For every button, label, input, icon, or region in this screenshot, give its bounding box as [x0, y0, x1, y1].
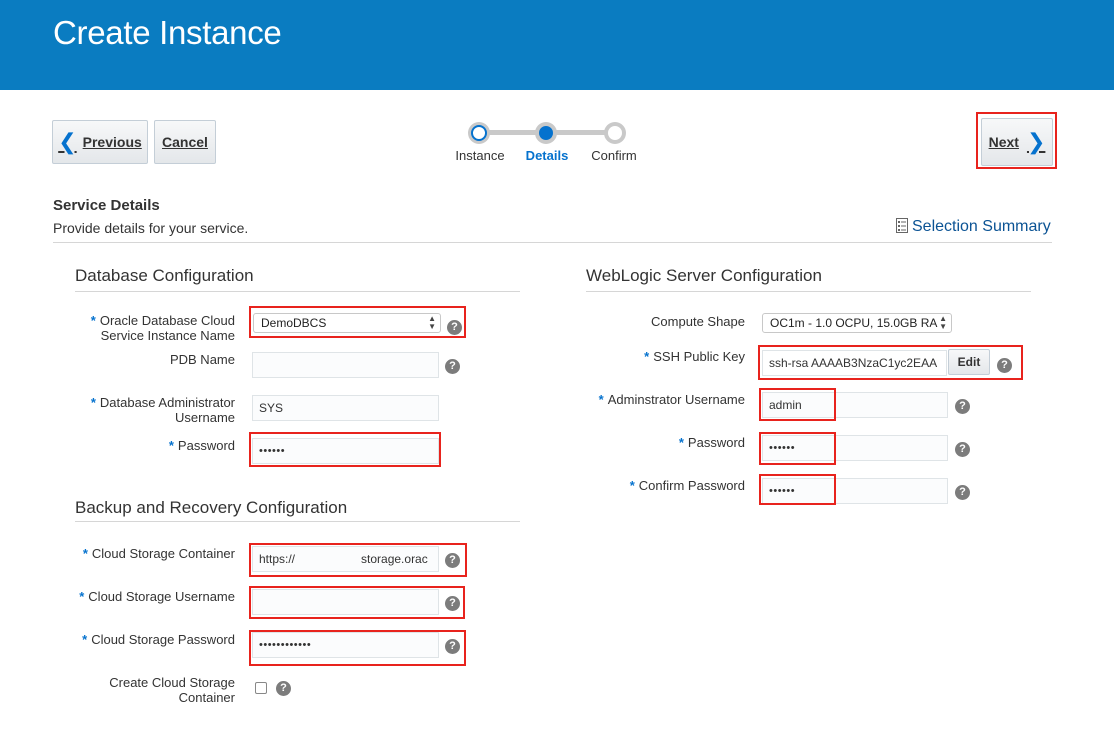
chevron-right-icon: ❯: [1026, 129, 1046, 154]
divider-backup-config: [75, 521, 520, 522]
storage-username-input[interactable]: [252, 589, 439, 615]
previous-button-label: Previous: [82, 134, 142, 150]
ssh-key-input[interactable]: ssh-rsa AAAAB3NzaC1yc2EAA: [762, 350, 947, 376]
help-icon[interactable]: ?: [445, 639, 460, 654]
db-password-input[interactable]: ••••••: [252, 438, 439, 464]
train-label-instance[interactable]: Instance: [455, 148, 504, 163]
backup-config-title: Backup and Recovery Configuration: [75, 498, 348, 517]
create-container-checkbox[interactable]: [255, 682, 267, 694]
divider-database-config: [75, 291, 520, 292]
cancel-button-label: Cancel: [162, 134, 208, 150]
storage-container-input[interactable]: https:// storage.orac: [252, 546, 439, 572]
page-title: Create Instance: [53, 14, 282, 51]
previous-button[interactable]: ❮ Previous: [52, 120, 148, 164]
storage-password-input[interactable]: ••••••••••••: [252, 632, 439, 658]
help-icon[interactable]: ?: [997, 358, 1012, 373]
db-instance-select[interactable]: DemoDBCS ▲ ▼: [253, 313, 441, 333]
header-banner: Create Instance: [0, 0, 1114, 90]
db-instance-select-value: DemoDBCS: [261, 316, 327, 330]
selection-summary-label: Selection Summary: [912, 218, 1051, 235]
help-icon[interactable]: ?: [276, 681, 291, 696]
storage-container-label: * Cloud Storage Container: [82, 546, 235, 561]
storage-container-suffix: storage.orac: [361, 552, 428, 566]
storage-password-label: * Cloud Storage Password: [82, 632, 235, 647]
db-password-label: * Password: [168, 438, 235, 453]
select-arrows-icon: ▲ ▼: [939, 314, 947, 331]
wls-password-input[interactable]: ••••••: [762, 435, 948, 461]
pdb-name-label: PDB Name: [169, 352, 235, 367]
help-icon[interactable]: ?: [447, 320, 462, 335]
select-arrows-icon: ▲ ▼: [428, 314, 436, 331]
train-label-details: Details: [525, 148, 569, 163]
db-admin-username-label: * Database Administrator Username: [90, 395, 235, 425]
help-icon[interactable]: ?: [955, 485, 970, 500]
wls-admin-username-input[interactable]: admin: [762, 392, 948, 418]
train-stop-details: [535, 122, 557, 144]
divider-weblogic-config: [586, 291, 1031, 292]
db-admin-username-input[interactable]: SYS: [252, 395, 439, 421]
wls-confirm-password-label: * Confirm Password: [629, 478, 745, 493]
wls-confirm-password-input[interactable]: ••••••: [762, 478, 948, 504]
storage-container-prefix: https://: [259, 552, 296, 566]
database-config-title: Database Configuration: [75, 266, 254, 285]
train-label-confirm: Confirm: [591, 148, 637, 163]
ssh-key-edit-button[interactable]: Edit: [948, 349, 990, 375]
train-stop-instance[interactable]: [468, 122, 490, 144]
weblogic-config-title: WebLogic Server Configuration: [586, 266, 822, 285]
selection-summary-link[interactable]: Selection Summary: [896, 218, 1051, 236]
pdb-name-input[interactable]: [252, 352, 439, 378]
wls-password-label: * Password: [678, 435, 745, 450]
storage-username-label: * Cloud Storage Username: [79, 589, 235, 604]
help-icon[interactable]: ?: [445, 596, 460, 611]
create-container-label: Create Cloud Storage Container: [109, 675, 235, 705]
summary-list-icon: [896, 218, 908, 233]
wls-admin-username-label: * Adminstrator Username: [598, 392, 745, 407]
compute-shape-label: Compute Shape: [651, 314, 745, 329]
train-stop-confirm: [604, 122, 626, 144]
cancel-button[interactable]: Cancel: [154, 120, 216, 164]
chevron-left-icon: ❮: [58, 129, 77, 154]
service-details-description: Provide details for your service.: [53, 220, 249, 236]
divider-service-details: [53, 242, 1052, 243]
help-icon[interactable]: ?: [955, 442, 970, 457]
help-icon[interactable]: ?: [955, 399, 970, 414]
help-icon[interactable]: ?: [445, 359, 460, 374]
compute-shape-select-value: OC1m - 1.0 OCPU, 15.0GB RA: [770, 316, 938, 330]
next-button-label: Next: [988, 134, 1019, 150]
db-instance-name-label: * Oracle Database Cloud Service Instance …: [90, 313, 235, 343]
help-icon[interactable]: ?: [445, 553, 460, 568]
compute-shape-select[interactable]: OC1m - 1.0 OCPU, 15.0GB RA ▲ ▼: [762, 313, 952, 333]
ssh-key-label: * SSH Public Key: [644, 349, 745, 364]
service-details-title: Service Details: [53, 197, 160, 214]
next-button[interactable]: Next ❯: [981, 118, 1053, 166]
